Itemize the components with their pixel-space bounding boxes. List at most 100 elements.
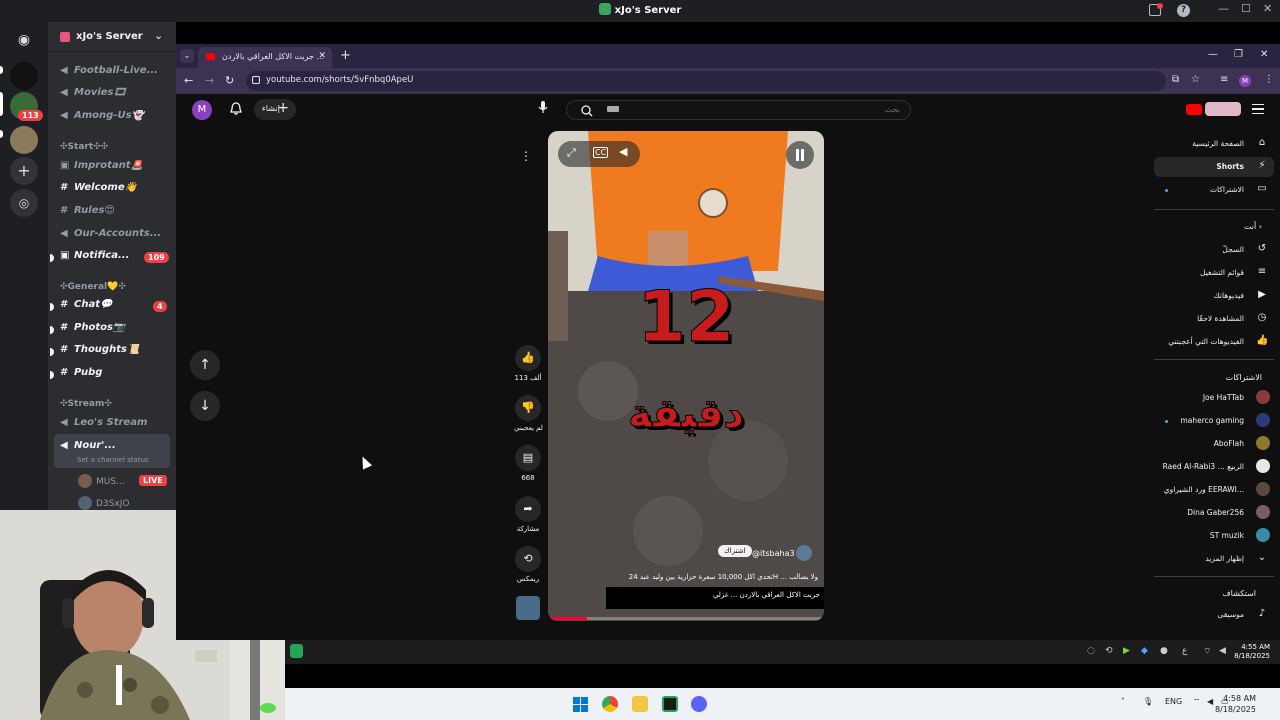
share-action[interactable]: ➦ مشاركة [514, 496, 542, 533]
browser-restore-button[interactable]: ❐ [1234, 49, 1243, 60]
category-general[interactable]: ✣General💛✣ [60, 282, 126, 292]
windows-start-icon[interactable] [573, 697, 588, 712]
server-header[interactable]: xJo's Server ⌄ [48, 22, 176, 52]
share-icon[interactable]: ➦ [515, 496, 541, 522]
profile-avatar-icon[interactable]: M [1239, 75, 1251, 87]
back-button[interactable]: ← [184, 74, 193, 87]
cast-icon[interactable]: ⧉ [1172, 74, 1179, 85]
channel-avatar[interactable] [796, 545, 812, 561]
tray-icon[interactable]: ◌ [1087, 646, 1095, 656]
next-short-button[interactable]: ↓ [190, 391, 220, 421]
browser-tab[interactable]: جربت الاكل العراقي بالاردن ... ✕ [198, 47, 332, 68]
sound-thumbnail[interactable] [516, 596, 540, 620]
more-options-icon[interactable]: ⋮ [520, 149, 532, 163]
tray-icon[interactable]: ▶ [1123, 646, 1130, 656]
microphone-icon[interactable]: 🎙 [1143, 697, 1153, 706]
app-icon[interactable] [290, 644, 303, 658]
reading-list-icon[interactable]: ≡ [1220, 74, 1228, 85]
channel-thoughts[interactable]: # Thoughts📜 [60, 344, 172, 364]
channel-photos[interactable]: # Photos📷 [60, 322, 172, 342]
add-server-icon[interactable]: + [10, 157, 38, 185]
file-explorer-icon[interactable] [632, 696, 648, 712]
captions-icon[interactable]: CC [593, 147, 609, 158]
reload-button[interactable]: ↻ [225, 74, 234, 87]
chrome-icon[interactable] [602, 696, 618, 712]
channel-our-accounts[interactable]: ◀ Our-Accounts... [60, 228, 172, 248]
tab-search-button[interactable]: ⌄ [180, 49, 194, 63]
tray-icon[interactable]: ع [1182, 646, 1187, 656]
sub-item[interactable]: Raed Al-Rabi3 ... الربيع [1154, 457, 1274, 477]
dislike-action[interactable]: 👎 لم يعجبني [514, 395, 543, 432]
volume-icon[interactable]: ◀ [619, 145, 627, 158]
channel-handle[interactable]: @itsbaha3 [752, 549, 795, 558]
inner-clock[interactable]: 4:55 AM 8/18/2025 [1234, 643, 1270, 661]
show-more-button[interactable]: إظهار المزيد ⌄ [1154, 549, 1274, 569]
tray-icon[interactable]: ◆ [1141, 646, 1148, 656]
create-button[interactable]: إنشاء + [254, 99, 296, 120]
fullscreen-icon[interactable]: ⤢ [567, 146, 576, 160]
sub-item[interactable]: ST muzik [1154, 526, 1274, 546]
guide-subscriptions[interactable]: الاشتراكات ▭ [1154, 180, 1274, 200]
subscribe-button[interactable]: اشتراك [718, 545, 752, 557]
keyboard-icon[interactable] [607, 106, 619, 112]
close-button[interactable]: ✕ [1263, 2, 1272, 15]
guide-liked-videos[interactable]: الفيديوهات التي أعجبتني 👍 [1154, 332, 1274, 352]
pause-button[interactable] [786, 141, 814, 169]
sub-item[interactable]: Joe HaTTab [1154, 388, 1274, 408]
channel-movies[interactable]: ◀ Movies🎞 [60, 87, 172, 107]
like-icon[interactable]: 👍 [515, 345, 541, 371]
url-field[interactable]: youtube.com/shorts/5vFnbq0ApeU [246, 71, 1166, 91]
comments-action[interactable]: ▤ 668 [514, 445, 542, 482]
dislike-icon[interactable]: 👎 [515, 395, 541, 421]
site-info-icon[interactable] [252, 76, 260, 84]
guide-music[interactable]: موسيقى ♪ [1154, 605, 1274, 625]
server-icon-1[interactable] [10, 62, 38, 90]
language-indicator[interactable]: ENG [1165, 697, 1182, 706]
remix-icon[interactable]: ⟲ [515, 546, 541, 572]
like-action[interactable]: 👍 113 ألف [514, 345, 542, 382]
channel-football[interactable]: ◀ Football-Live... [60, 65, 172, 85]
category-stream[interactable]: ✣Stream✣ [60, 399, 112, 409]
minimize-button[interactable]: — [1218, 2, 1229, 15]
browser-minimize-button[interactable]: — [1208, 49, 1218, 60]
voice-user-mus[interactable]: MUS... [78, 474, 125, 488]
discord-icon[interactable] [691, 696, 707, 712]
chevron-up-icon[interactable]: ˄ [1121, 697, 1125, 706]
remix-action[interactable]: ⟲ ريمكس [514, 546, 542, 583]
menu-kebab-icon[interactable]: ⋮ [1264, 74, 1274, 85]
previous-short-button[interactable]: ↑ [190, 350, 220, 380]
guide-watch-later[interactable]: المشاهدة لاحقًا ◷ [1154, 309, 1274, 329]
channel-status[interactable]: Set a channel status [77, 456, 149, 464]
forward-button[interactable]: → [205, 74, 214, 87]
sub-item[interactable]: maherco gaming [1154, 411, 1274, 431]
help-icon[interactable]: ? [1177, 4, 1190, 17]
maximize-button[interactable]: ☐ [1241, 2, 1251, 15]
channel-important[interactable]: ▣ Improtant🚨 [60, 160, 172, 180]
tray-icon[interactable]: ⟲ [1105, 646, 1113, 656]
channel-pubg[interactable]: # Pubg [60, 367, 172, 387]
guide-playlists[interactable]: قوائم التشغيل ≡ [1154, 263, 1274, 283]
channel-welcome[interactable]: # Welcome👋 [60, 182, 172, 202]
account-avatar[interactable]: M [192, 100, 212, 120]
discord-home-icon[interactable]: ◉ [10, 26, 38, 54]
discover-icon[interactable]: ◎ [10, 189, 38, 217]
guide-history[interactable]: السجلّ ↺ [1154, 240, 1274, 260]
sub-item[interactable]: ورد الشيراوي EERAWI... [1154, 480, 1274, 500]
wifi-icon[interactable]: ⌔ [1203, 646, 1211, 657]
sub-item[interactable]: Dina Gaber256 [1154, 503, 1274, 523]
microphone-icon[interactable] [538, 101, 548, 114]
bell-icon[interactable] [229, 102, 243, 116]
volume-icon[interactable]: ◀ [1207, 697, 1213, 706]
server-icon-2[interactable] [10, 126, 38, 154]
channel-among-us[interactable]: ◀ Among-Us👻 [60, 110, 172, 130]
volume-icon[interactable]: ◀ [1219, 646, 1226, 656]
guide-you-header[interactable]: أنت › [1154, 222, 1274, 231]
browser-close-button[interactable]: ✕ [1260, 49, 1268, 60]
app-icon[interactable] [662, 696, 678, 712]
video-progress-bar[interactable] [548, 617, 824, 620]
system-clock[interactable]: 4:58 AM 8/18/2025 [1215, 693, 1256, 715]
sub-item[interactable]: AboFlah [1154, 434, 1274, 454]
guide-your-videos[interactable]: فيديوهاتك ▶ [1154, 286, 1274, 306]
comment-icon[interactable]: ▤ [515, 445, 541, 471]
wifi-icon[interactable]: ⌔ [1193, 697, 1201, 707]
